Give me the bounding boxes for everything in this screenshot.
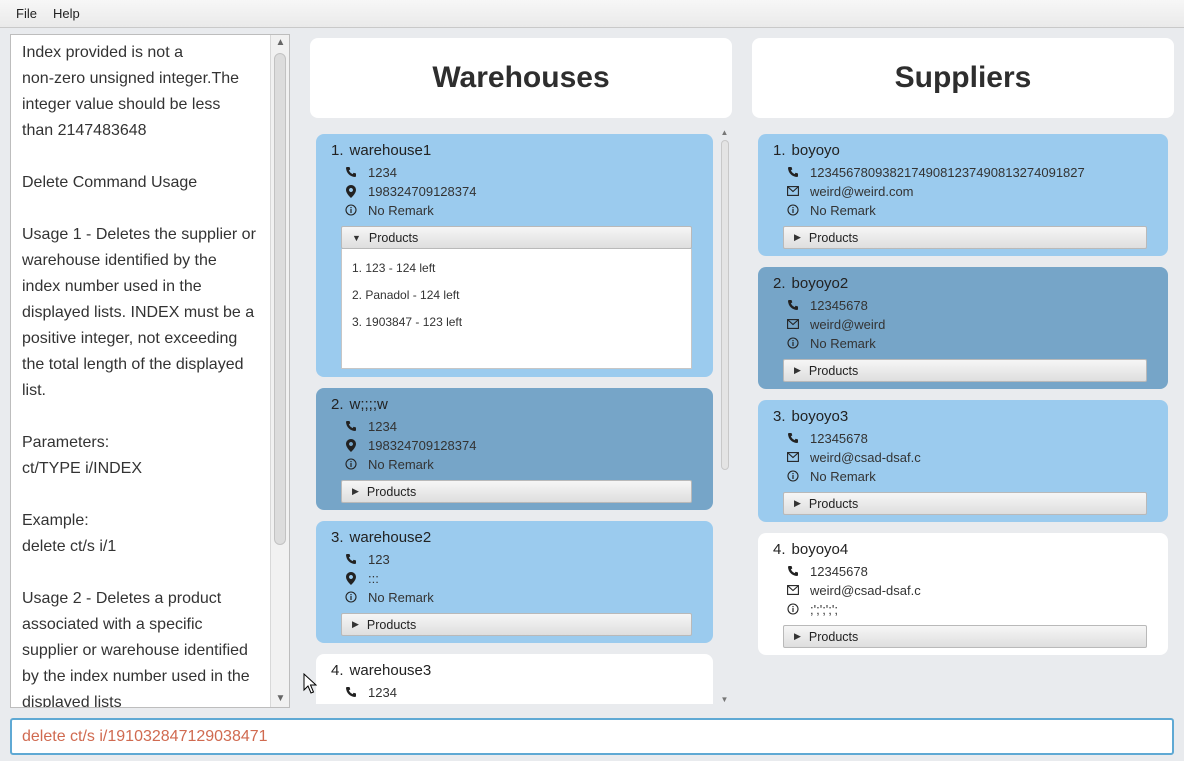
mouse-cursor-icon — [303, 673, 317, 694]
products-toggle[interactable]: ▶ Products — [783, 625, 1147, 648]
scroll-down-icon[interactable]: ▼ — [271, 691, 289, 707]
email-row: weird@csad-dsaf.c — [786, 581, 921, 599]
phone-row: 1234 — [344, 417, 397, 435]
products-toggle[interactable]: ▼ Products — [341, 226, 692, 249]
phone-icon — [786, 298, 800, 312]
info-icon — [344, 590, 358, 604]
supplier-list[interactable]: 1. boyoyo 1234567809382174908123749081327… — [752, 128, 1174, 704]
remark-row: ;';';';'; — [786, 600, 838, 618]
collapsed-triangle-icon: ▶ — [794, 631, 801, 641]
warehouse-list[interactable]: 1. warehouse1 1234 198324709128374 No Rem… — [310, 128, 732, 704]
collapsed-triangle-icon: ▶ — [794, 365, 801, 375]
collapsed-triangle-icon: ▶ — [794, 232, 801, 242]
products-list: 1. 123 - 124 left 2. Panadol - 124 left … — [341, 249, 692, 369]
phone-icon — [344, 552, 358, 566]
email-row: weird@weird.com — [786, 182, 914, 200]
card-title: 2. boyoyo2 — [773, 275, 849, 292]
warehouse-card[interactable]: 2. w;;;;w 1234 198324709128374 No Remark … — [316, 388, 713, 510]
warehouses-header: Warehouses — [310, 38, 732, 118]
products-toggle[interactable]: ▶ Products — [783, 359, 1147, 382]
scroll-up-icon[interactable]: ▲ — [271, 35, 289, 51]
warehouse-card[interactable]: 4. warehouse3 1234 — [316, 654, 713, 704]
warehouse-card[interactable]: 3. warehouse2 123 ::: No Remark ▶ Products — [316, 521, 713, 643]
phone-icon — [786, 564, 800, 578]
products-toggle[interactable]: ▶ Products — [341, 480, 692, 503]
products-toggle[interactable]: ▶ Products — [783, 492, 1147, 515]
phone-row: 12345678 — [786, 429, 868, 447]
supplier-card[interactable]: 2. boyoyo2 12345678 weird@weird No Remark… — [758, 267, 1168, 389]
scroll-thumb[interactable] — [721, 140, 729, 470]
card-title: 1. warehouse1 — [331, 142, 432, 159]
info-icon — [344, 457, 358, 471]
result-text: Index provided is not a non-zero unsigne… — [22, 44, 256, 708]
location-pin-icon — [344, 184, 358, 198]
card-title: 4. warehouse3 — [331, 662, 432, 679]
location-pin-icon — [344, 438, 358, 452]
card-title: 2. w;;;;w — [331, 396, 388, 413]
location-pin-icon — [344, 571, 358, 585]
remark-row: No Remark — [786, 467, 876, 485]
phone-row: 123 — [344, 550, 390, 568]
info-icon — [786, 469, 800, 483]
scroll-thumb[interactable] — [274, 53, 286, 545]
address-row: ::: — [344, 569, 379, 587]
phone-row: 12345678093821749081237490813274091827 — [786, 163, 1085, 181]
phone-icon — [344, 685, 358, 699]
remark-row: No Remark — [786, 334, 876, 352]
collapsed-triangle-icon: ▶ — [352, 486, 359, 496]
remark-row: No Remark — [344, 588, 434, 606]
supplier-card[interactable]: 4. boyoyo4 12345678 weird@csad-dsaf.c ;';… — [758, 533, 1168, 655]
scroll-down-icon[interactable]: ▼ — [719, 695, 730, 704]
products-toggle[interactable]: ▶ Products — [341, 613, 692, 636]
collapsed-triangle-icon: ▶ — [352, 619, 359, 629]
command-text: delete ct/s i/191032847129038471 — [22, 727, 268, 745]
scroll-up-icon[interactable]: ▲ — [719, 128, 730, 137]
address-row: 198324709128374 — [344, 182, 476, 200]
warehouse-card[interactable]: 1. warehouse1 1234 198324709128374 No Rem… — [316, 134, 713, 377]
phone-icon — [344, 165, 358, 179]
phone-row: 12345678 — [786, 296, 868, 314]
products-toggle[interactable]: ▶ Products — [783, 226, 1147, 249]
info-icon — [786, 203, 800, 217]
supplier-card[interactable]: 3. boyoyo3 12345678 weird@csad-dsaf.c No … — [758, 400, 1168, 522]
phone-row: 1234 — [344, 683, 397, 701]
supplier-card[interactable]: 1. boyoyo 1234567809382174908123749081327… — [758, 134, 1168, 256]
card-title: 4. boyoyo4 — [773, 541, 849, 558]
menu-help[interactable]: Help — [45, 6, 88, 21]
email-icon — [786, 317, 800, 331]
collapsed-triangle-icon: ▶ — [794, 498, 801, 508]
email-row: weird@csad-dsaf.c — [786, 448, 921, 466]
suppliers-header: Suppliers — [752, 38, 1174, 118]
phone-icon — [786, 165, 800, 179]
info-icon — [344, 203, 358, 217]
email-row: weird@weird — [786, 315, 885, 333]
product-item: 1. 123 - 124 left — [352, 261, 436, 275]
email-icon — [786, 184, 800, 198]
card-title: 3. warehouse2 — [331, 529, 432, 546]
command-input[interactable]: delete ct/s i/191032847129038471 — [10, 718, 1174, 755]
remark-row: No Remark — [786, 201, 876, 219]
menu-bar: File Help — [0, 0, 1184, 28]
info-icon — [786, 336, 800, 350]
address-row: 198324709128374 — [344, 436, 476, 454]
phone-icon — [786, 431, 800, 445]
card-title: 3. boyoyo3 — [773, 408, 849, 425]
remark-row: No Remark — [344, 201, 434, 219]
menu-file[interactable]: File — [8, 6, 45, 21]
expanded-triangle-icon: ▼ — [352, 232, 361, 243]
email-icon — [786, 450, 800, 464]
phone-row: 1234 — [344, 163, 397, 181]
phone-row: 12345678 — [786, 562, 868, 580]
product-item: 3. 1903847 - 123 left — [352, 315, 463, 329]
phone-icon — [344, 419, 358, 433]
result-display[interactable]: Index provided is not a non-zero unsigne… — [10, 34, 290, 708]
warehouse-list-scrollbar[interactable]: ▲ ▼ — [719, 128, 730, 704]
result-scrollbar[interactable]: ▲ ▼ — [270, 35, 289, 707]
product-item: 2. Panadol - 124 left — [352, 288, 460, 302]
email-icon — [786, 583, 800, 597]
card-title: 1. boyoyo — [773, 142, 840, 159]
info-icon — [786, 602, 800, 616]
remark-row: No Remark — [344, 455, 434, 473]
